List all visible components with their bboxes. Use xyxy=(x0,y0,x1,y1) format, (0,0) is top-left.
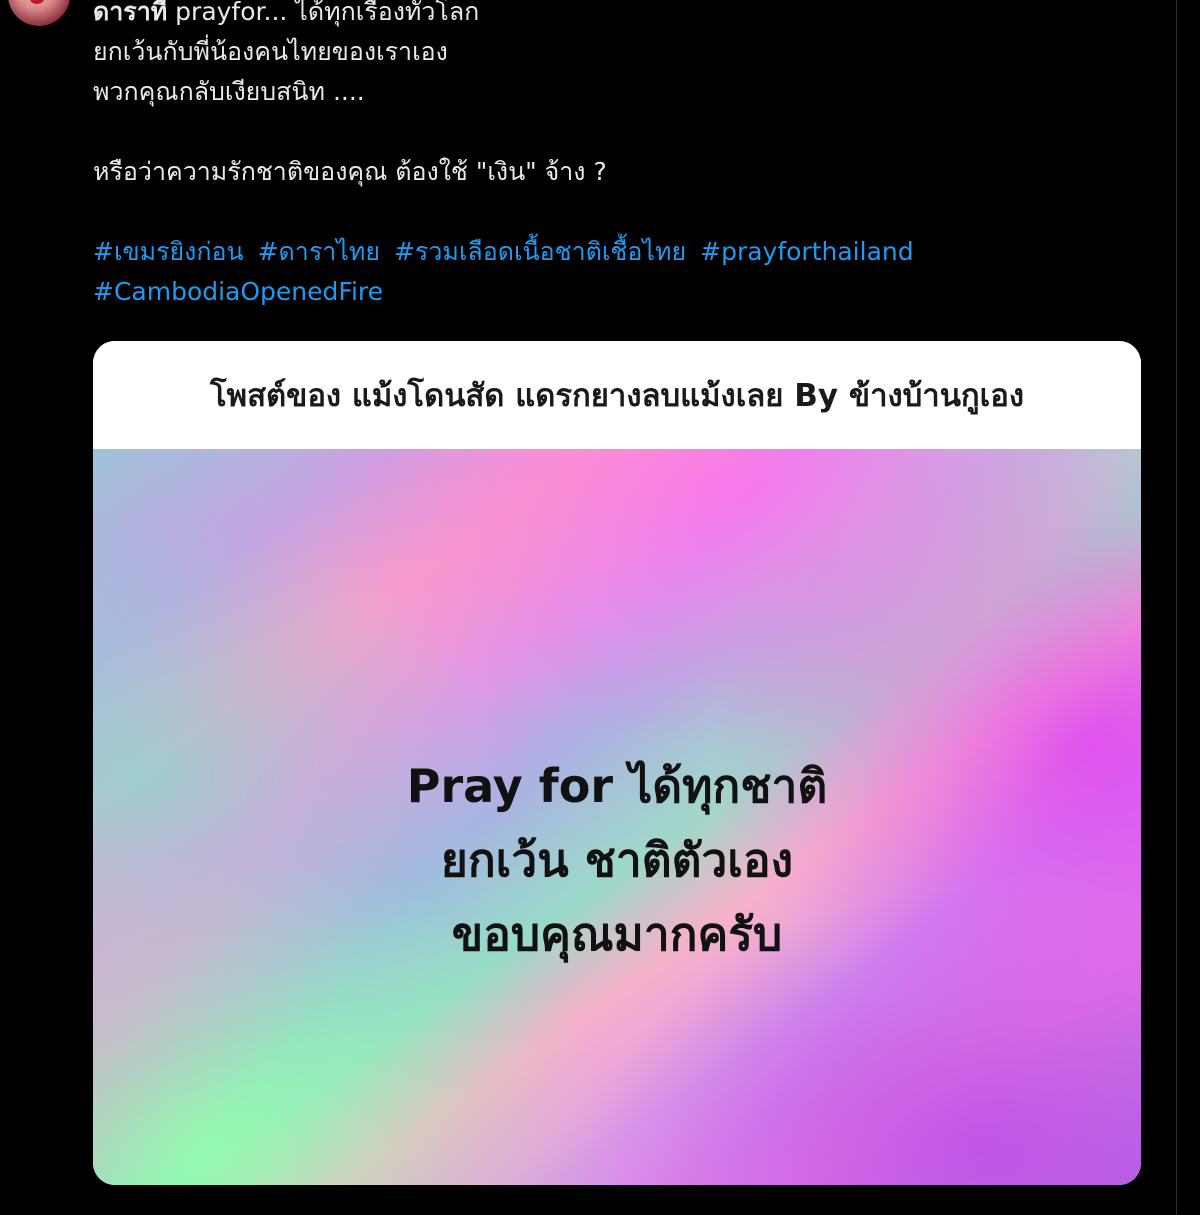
column-divider xyxy=(1176,0,1177,1215)
hashtag-link[interactable]: #รวมเลือดเนื้อชาติเชื้อไทย xyxy=(394,237,686,266)
tweet-line-3: พวกคุณกลับเงียบสนิท .... xyxy=(93,77,365,106)
hashtag-list: #เขมรยิงก่อน #ดาราไทย #รวมเลือดเนื้อชาติเช… xyxy=(93,232,1153,312)
avatar[interactable] xyxy=(8,0,70,26)
hashtag-link[interactable]: #prayforthailand xyxy=(700,237,913,266)
author-name[interactable]: ดาราที่ xyxy=(93,0,167,26)
media-card[interactable]: โพสต์ของ แม้งโดนสัด แดรกยางลบแม้งเลย By … xyxy=(93,341,1141,1185)
tweet-body: ดาราที่ prayfor... ได้ทุกเรื่องทั่วโลก ย… xyxy=(93,0,1153,312)
image-caption-line-1: Pray for ได้ทุกชาติ xyxy=(406,759,828,813)
image-caption-line-3: ขอบคุณมากครับ xyxy=(451,907,783,961)
hashtag-link[interactable]: #CambodiaOpenedFire xyxy=(93,277,383,306)
media-card-header: โพสต์ของ แม้งโดนสัด แดรกยางลบแม้งเลย By … xyxy=(93,341,1141,449)
tweet-line-4: หรือว่าความรักชาติของคุณ ต้องใช้ "เงิน" … xyxy=(93,157,607,186)
image-caption-line-2: ยกเว้น ชาติตัวเอง xyxy=(440,833,794,887)
media-image[interactable]: Pray for ได้ทุกชาติ ยกเว้น ชาติตัวเอง ขอ… xyxy=(93,449,1141,1185)
hashtag-link[interactable]: #เขมรยิงก่อน xyxy=(93,237,244,266)
hashtag-link[interactable]: #ดาราไทย xyxy=(258,237,380,266)
tweet-line-2: ยกเว้นกับพี่น้องคนไทยของเราเอง xyxy=(93,37,448,66)
tweet-line-1-text: prayfor... ได้ทุกเรื่องทั่วโลก xyxy=(167,0,480,26)
image-caption: Pray for ได้ทุกชาติ ยกเว้น ชาติตัวเอง ขอ… xyxy=(93,749,1141,971)
tweet-line-1: ดาราที่ prayfor... ได้ทุกเรื่องทั่วโลก xyxy=(93,0,1153,32)
media-card-header-text: โพสต์ของ แม้งโดนสัด แดรกยางลบแม้งเลย By … xyxy=(209,378,1025,414)
